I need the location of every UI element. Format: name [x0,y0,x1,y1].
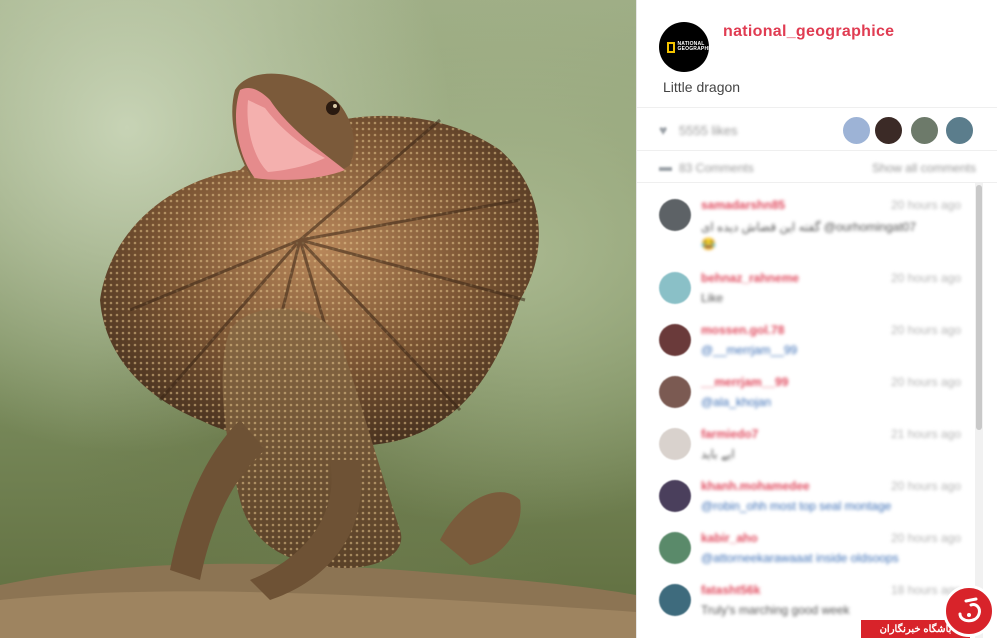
comment-text: @__merrjam__99 [701,343,798,357]
commenter-username[interactable]: __merrjam__99 [701,375,788,389]
commenter-avatar[interactable] [659,428,691,460]
comment-time: 20 hours ago [890,323,961,337]
commenter-username[interactable]: farmiedo7 [701,427,758,441]
commenter-avatar[interactable] [659,584,691,616]
commenter-username[interactable]: samadarshn85 [701,198,785,212]
comment-time: 20 hours ago [890,271,961,285]
comment-item: farmiedo7 21 hours ago ایے باید [637,422,983,472]
scrollbar-thumb[interactable] [976,185,982,430]
commenter-avatar[interactable] [659,532,691,564]
account-username[interactable]: national_geographice [723,23,894,41]
comment-time: 20 hours ago [890,375,961,389]
post-header: NATIONAL GEOGRAPHIC national_geographice… [637,0,997,108]
comment-item: mossen.gol.78 20 hours ago @__merrjam__9… [637,318,983,368]
nat-geo-frame-icon [666,41,675,53]
heart-icon[interactable]: ♥ [659,122,667,138]
commenter-avatar[interactable] [659,324,691,356]
comment-time: 20 hours ago [890,198,961,212]
logo-text: NATIONAL GEOGRAPHIC [677,41,714,52]
commenter-avatar[interactable] [659,272,691,304]
comments-row: ▬ 83 Comments Show all comments [637,152,997,183]
commenter-username[interactable]: fatasht56k [701,583,760,597]
logo-glyph-icon [958,597,981,623]
commenter-username[interactable]: behnaz_rahneme [701,271,799,285]
comment-icon[interactable]: ▬ [659,159,672,174]
comment-item: kabir_aho 20 hours ago @attorneekarawaaa… [637,526,983,576]
post-caption: Little dragon [663,79,741,95]
comment-text: Truly's marching good week [701,603,850,617]
comment-item: khanh.mohamedee 20 hours ago @robin_ohh … [637,474,983,524]
commenter-username[interactable]: khanh.mohamedee [701,479,810,493]
commenter-username[interactable]: mossen.gol.78 [701,323,784,337]
post-photo[interactable] [0,0,636,638]
liker-avatar[interactable] [841,115,872,146]
likes-row: ♥ 5555 likes [637,109,997,151]
comment-item: __merrjam__99 20 hours ago @ala_khojan [637,370,983,420]
comment-text: گفته این قضاش دیده ای @ourhomingat07 [701,220,917,234]
watermark-logo-icon [943,585,995,637]
watermark-text: باشگاه خبرنگاران [879,623,952,635]
comment-item: behnaz_rahneme 20 hours ago Like [637,266,983,316]
liker-avatar[interactable] [944,115,975,146]
comment-time: 20 hours ago [890,531,961,545]
comment-text: @attorneekarawaaat inside oldsoops [701,551,899,565]
commenter-username[interactable]: kabir_aho [701,531,758,545]
commenter-avatar[interactable] [659,376,691,408]
comments-list: samadarshn85 20 hours ago گفته این قضاش … [637,188,983,638]
commenter-avatar[interactable] [659,199,691,231]
comment-text: @ala_khojan [701,395,772,409]
comment-text-emoji: 😂 [701,237,716,251]
comment-text: Like [701,291,724,305]
show-all-comments-link[interactable]: Show all comments [872,161,976,175]
comment-text: @robin_ohh most top seal montage [701,499,892,513]
liker-avatar[interactable] [873,115,904,146]
account-avatar[interactable]: NATIONAL GEOGRAPHIC [659,22,714,72]
comments-count: 83 Comments [679,161,754,175]
liker-avatar[interactable] [909,115,940,146]
likes-count: 5555 likes [679,123,738,138]
frilled-lizard-image [0,73,636,638]
comments-scrollbar[interactable] [975,183,983,638]
comment-time: 20 hours ago [890,479,961,493]
commenter-avatar[interactable] [659,480,691,512]
post-detail-panel: NATIONAL GEOGRAPHIC national_geographice… [636,0,997,638]
comment-item: samadarshn85 20 hours ago گفته این قضاش … [637,188,983,258]
comment-time: 21 hours ago [890,427,961,441]
comment-text: ایے باید [701,447,735,461]
